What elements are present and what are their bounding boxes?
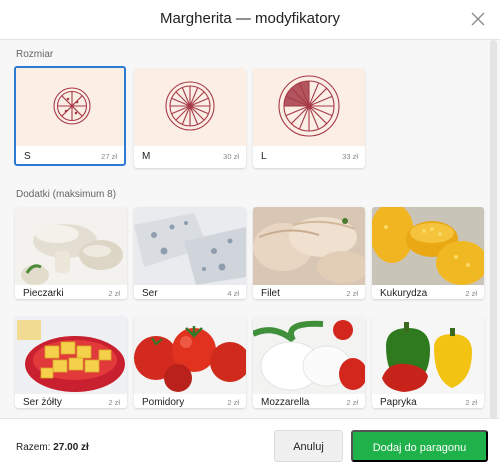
size-option-label: L — [261, 151, 267, 162]
addon-label: Ser żółty — [23, 397, 62, 408]
addon-label: Papryka — [380, 397, 417, 408]
addon-price: 2 zł — [465, 289, 477, 298]
yellow-cheese-photo — [15, 316, 127, 394]
chicken-fillet-photo — [253, 207, 365, 285]
total-summary: Razem: 27.00 zł — [16, 442, 89, 453]
corn-photo — [372, 207, 484, 285]
size-option-price: 27 zł — [101, 152, 117, 161]
addon-label: Filet kurczaka — [261, 288, 280, 299]
add-to-receipt-button[interactable]: Dodaj do paragonu — [351, 430, 488, 462]
addon-cherry-tomatoes[interactable]: Pomidory cherry 2 zł — [134, 316, 246, 408]
dialog-header: Margherita — modyfikatory — [0, 0, 500, 40]
modifiers-panel: Rozmiar S 27 zł M 30 zł L 33 zł Dodatki … — [0, 40, 500, 418]
addon-label: Pomidory cherry — [142, 397, 185, 408]
addon-blue-cheese[interactable]: Ser pleśniowy 4 zł — [134, 207, 246, 299]
pizza-small-icon — [16, 68, 124, 146]
mushrooms-photo — [15, 207, 127, 285]
pizza-medium-icon — [134, 68, 246, 146]
addon-price: 4 zł — [227, 289, 239, 298]
size-option-label: M — [142, 151, 151, 162]
size-option-l[interactable]: L 33 zł — [253, 68, 365, 168]
addon-mushrooms[interactable]: Pieczarki 2 zł — [15, 207, 127, 299]
size-option-s[interactable]: S 27 zł — [14, 66, 126, 166]
section-label-addons: Dodatki (maksimum 8) — [16, 189, 117, 200]
size-option-price: 30 zł — [223, 152, 239, 161]
addon-price: 2 zł — [108, 289, 120, 298]
addon-chicken-fillet[interactable]: Filet kurczaka 2 zł — [253, 207, 365, 299]
total-label: Razem: — [16, 442, 54, 453]
cherry-tomatoes-photo — [134, 316, 246, 394]
addon-yellow-cheese[interactable]: Ser żółty 2 zł — [15, 316, 127, 408]
blue-cheese-photo — [134, 207, 246, 285]
size-option-m[interactable]: M 30 zł — [134, 68, 246, 168]
addon-price: 2 zł — [108, 398, 120, 407]
addon-price: 2 zł — [346, 398, 358, 407]
close-icon[interactable] — [470, 11, 486, 27]
size-option-price: 33 zł — [342, 152, 358, 161]
dialog-title: Margherita — modyfikatory — [159, 10, 341, 27]
addon-label: Mozzarella — [261, 397, 310, 408]
pepper-photo — [372, 316, 484, 394]
dialog-footer: Razem: 27.00 zł Anuluj Dodaj do paragonu — [0, 418, 500, 474]
addon-mozzarella[interactable]: Mozzarella 2 zł — [253, 316, 365, 408]
scrollbar[interactable] — [490, 40, 497, 420]
section-label-size: Rozmiar — [16, 49, 54, 60]
addon-price: 2 zł — [227, 398, 239, 407]
size-option-label: S — [24, 151, 31, 162]
addon-label: Ser pleśniowy — [142, 288, 158, 299]
addon-label: Pieczarki — [23, 288, 64, 299]
total-value: 27.00 zł — [53, 442, 89, 453]
cancel-button[interactable]: Anuluj — [274, 430, 343, 462]
addon-label: Kukurydza — [380, 288, 428, 299]
addon-price: 2 zł — [346, 289, 358, 298]
pizza-large-icon — [253, 68, 365, 146]
mozzarella-photo — [253, 316, 365, 394]
addon-pepper[interactable]: Papryka 2 zł — [372, 316, 484, 408]
addon-corn[interactable]: Kukurydza 2 zł — [372, 207, 484, 299]
addon-price: 2 zł — [465, 398, 477, 407]
